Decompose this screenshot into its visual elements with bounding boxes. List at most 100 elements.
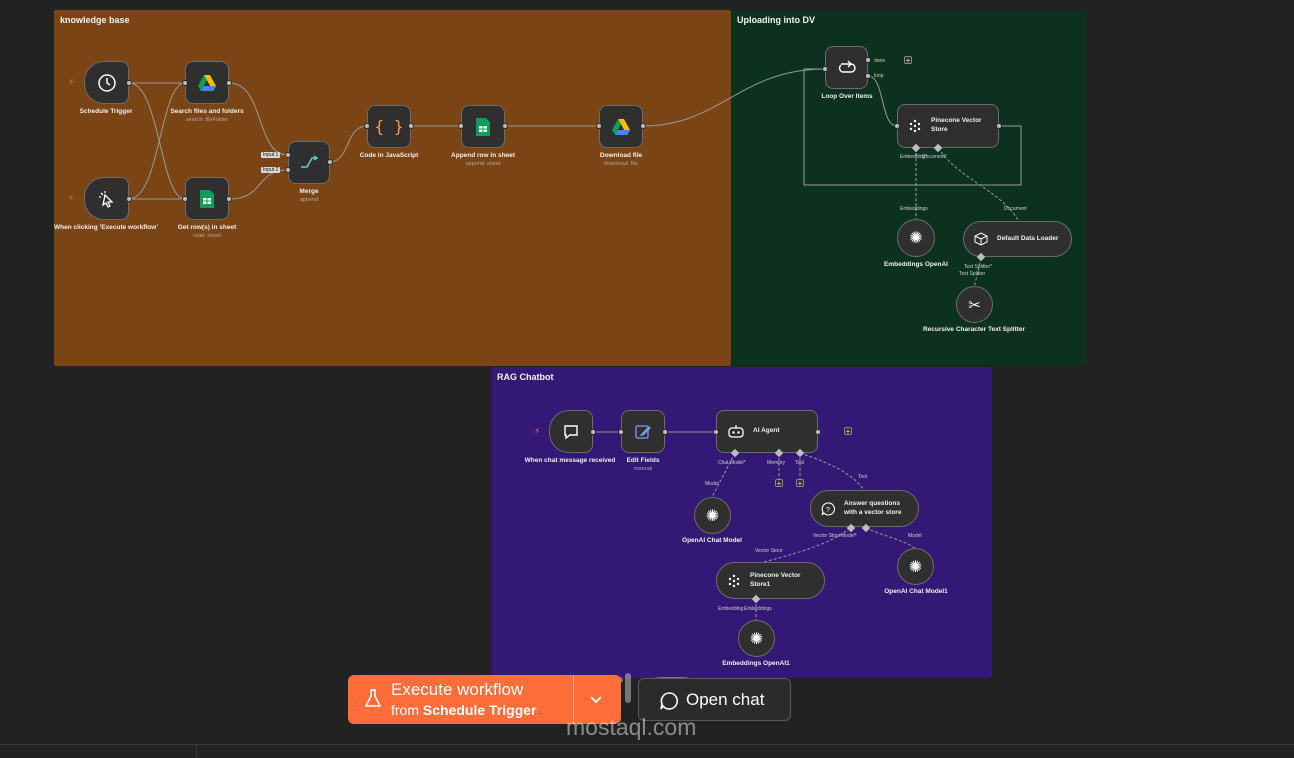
node-edit-fields[interactable] [621, 410, 665, 453]
output-port[interactable] [226, 80, 232, 86]
port-label-done: done [874, 58, 886, 64]
trigger-bolt-icon: ⚡ [68, 77, 75, 87]
node-loop-over-items[interactable] [825, 46, 868, 89]
node-label: Download file download: file [599, 152, 643, 168]
openai-icon: ✺ [908, 558, 923, 576]
output-port[interactable] [815, 429, 821, 435]
input-port[interactable] [822, 66, 828, 72]
wire [128, 82, 186, 200]
node-label: Answer questions with a vector store [844, 499, 902, 516]
input-port[interactable] [285, 152, 291, 158]
openai-icon: ✺ [705, 507, 720, 525]
node-pinecone-vector-store1[interactable]: Pinecone Vector Store1 [716, 562, 825, 599]
port-label-model: Model* [841, 533, 857, 539]
svg-text:?: ? [826, 507, 830, 514]
port-label-embedding: Embedding [718, 606, 744, 612]
input-port[interactable] [364, 123, 370, 129]
port-label-vector-store: Vector Store [813, 533, 841, 539]
node-label: When clicking ‘Execute workflow’ [53, 224, 159, 231]
node-default-data-loader[interactable]: Default Data Loader [963, 221, 1072, 257]
open-chat-label: Open chat [686, 690, 765, 709]
node-label: Get row(s) in sheet read: sheet [177, 224, 237, 240]
add-memory-button[interactable]: + [775, 479, 783, 488]
node-label: OpenAI Chat Model [682, 537, 742, 544]
node-chat-trigger[interactable] [549, 410, 593, 453]
wire [128, 82, 186, 200]
input-port[interactable] [182, 80, 188, 86]
node-label: Embeddings OpenAI [884, 261, 948, 268]
pencil-edit-icon [635, 424, 651, 439]
output-port[interactable] [502, 123, 508, 129]
node-search-files[interactable] [185, 61, 229, 104]
bottom-divider-vertical [196, 744, 197, 758]
port-label-text-splitter: Text Splitter [959, 271, 986, 277]
node-merge[interactable] [288, 141, 330, 184]
trigger-bolt-icon: ⚡ [68, 193, 75, 203]
output-port[interactable] [126, 80, 132, 86]
input-port[interactable] [458, 123, 464, 129]
chat-bubble-icon [660, 692, 678, 710]
port-label-memory: Memory [767, 460, 786, 466]
output-port[interactable] [662, 429, 668, 435]
add-tool-button[interactable]: + [796, 479, 804, 488]
flask-icon [365, 689, 381, 707]
scissors-icon: ✂ [968, 296, 981, 314]
input-port[interactable] [182, 196, 188, 202]
node-label: Schedule Trigger [79, 108, 133, 115]
merge-input-1-label: Input 1 [261, 152, 281, 158]
node-openai-chat-model1[interactable]: ✺ [897, 548, 934, 585]
node-manual-trigger[interactable] [84, 177, 129, 220]
node-schedule-trigger[interactable] [84, 61, 129, 104]
output-port[interactable] [996, 123, 1002, 129]
port-label-embeddings: Embeddings [900, 206, 928, 212]
output-port[interactable] [327, 159, 333, 165]
node-append-row[interactable] [461, 105, 505, 148]
node-openai-chat-model[interactable]: ✺ [694, 497, 731, 534]
execute-sub: from Schedule Trigger [391, 702, 537, 718]
output-port-loop[interactable] [865, 73, 871, 79]
node-download-file[interactable] [599, 105, 643, 148]
output-port[interactable] [640, 123, 646, 129]
node-embeddings-openai1[interactable]: ✺ [738, 620, 775, 657]
node-get-rows[interactable] [185, 177, 229, 220]
port-label-text-splitter: Text Splitter* [964, 264, 993, 270]
port-label-model: Model [908, 533, 922, 539]
port-label-tool: Tool [858, 474, 868, 480]
input-port[interactable] [596, 123, 602, 129]
input-port[interactable] [713, 429, 719, 435]
output-port[interactable] [226, 196, 232, 202]
bottom-divider [0, 744, 1294, 745]
node-label: AI Agent [753, 427, 780, 435]
merge-input-2-label: Input 2 [261, 167, 281, 173]
openai-icon: ✺ [749, 630, 764, 648]
code-braces-icon: { } [374, 117, 404, 136]
cube-icon [974, 232, 988, 246]
chevron-down-icon[interactable] [588, 691, 604, 707]
input-port[interactable] [618, 429, 624, 435]
port-label-vector-store: Vector Store [755, 548, 783, 554]
output-port[interactable] [590, 429, 596, 435]
google-drive-icon [612, 118, 630, 135]
pinecone-icon [728, 574, 740, 587]
node-label: Search files and folders search: fileFold… [170, 108, 244, 124]
node-ai-agent[interactable]: AI Agent [716, 410, 818, 453]
node-code[interactable]: { } [367, 105, 411, 148]
node-label: Pinecone Vector Store1 [750, 571, 801, 588]
node-embeddings-openai[interactable]: ✺ [897, 219, 935, 257]
add-node-button[interactable]: + [844, 427, 852, 436]
output-port[interactable] [126, 196, 132, 202]
node-label: Append row in sheet append: sheet [451, 152, 515, 168]
node-answer-questions-tool[interactable]: ? Answer questions with a vector store [810, 490, 919, 527]
port-label-document: Document* [922, 154, 947, 160]
node-label: Edit Fields manual [626, 457, 660, 473]
input-port[interactable] [285, 167, 291, 173]
output-port[interactable] [408, 123, 414, 129]
node-label: Loop Over Items [821, 93, 873, 100]
input-port[interactable] [894, 123, 900, 129]
node-recursive-text-splitter[interactable]: ✂ [956, 286, 993, 323]
question-bubble-icon: ? [821, 501, 835, 515]
node-pinecone-vector-store[interactable]: Pinecone Vector Store [897, 104, 999, 148]
output-port-done[interactable] [865, 57, 871, 63]
robot-icon [728, 424, 744, 438]
add-node-button[interactable]: + [904, 56, 912, 65]
